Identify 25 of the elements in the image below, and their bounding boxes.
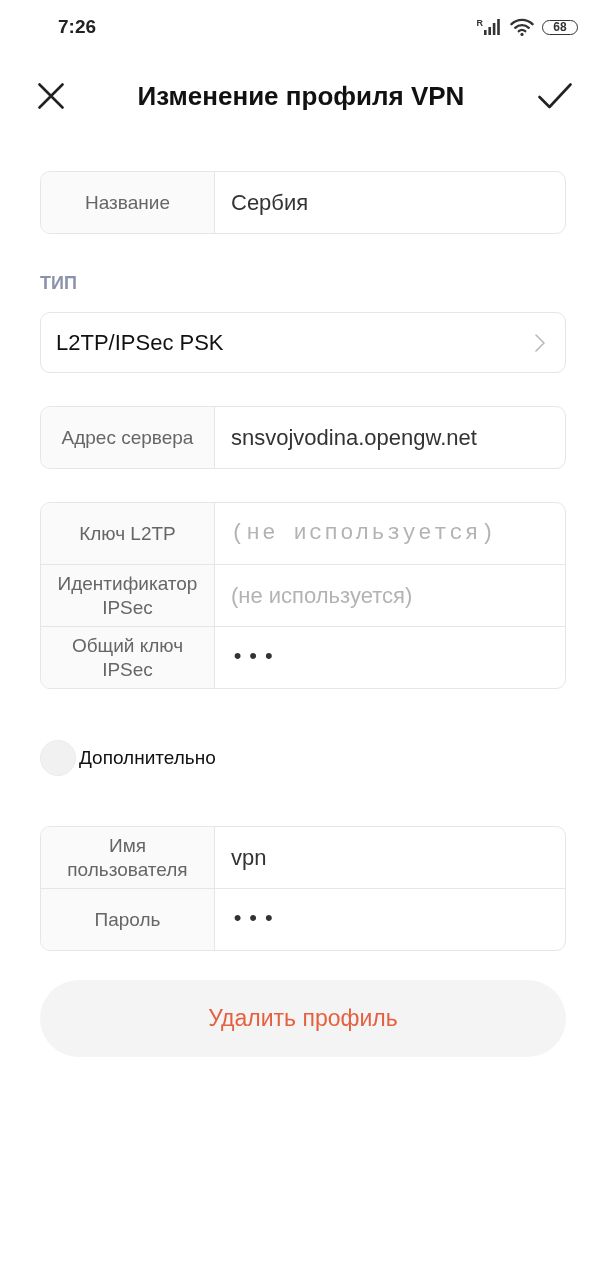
page-title: Изменение профиля VPN — [136, 80, 466, 112]
chevron-icon — [535, 333, 545, 352]
input-field[interactable]: vpn — [215, 827, 565, 888]
checkbox-label[interactable]: Дополнительно — [79, 747, 216, 769]
wifi-icon — [510, 18, 534, 36]
field-label: Название — [41, 172, 215, 233]
field-label: Общий ключ IPSec — [41, 627, 215, 688]
input-field[interactable]: ••• — [215, 889, 565, 950]
status-time: 7:26 — [58, 16, 97, 38]
signal-icon — [484, 19, 500, 35]
type-selector[interactable]: L2TP/IPSec PSK — [40, 312, 566, 373]
close-icon — [38, 83, 64, 109]
checkmark-icon — [538, 83, 572, 109]
input-field[interactable]: ••• — [215, 627, 565, 688]
input-field[interactable]: Сербия — [215, 172, 565, 233]
close-button[interactable] — [36, 81, 66, 111]
field-label: Имя пользователя — [41, 827, 215, 888]
field-label: Пароль — [41, 889, 215, 950]
field-label: Адрес сервера — [41, 407, 215, 468]
save-button[interactable] — [536, 81, 574, 111]
section-heading: ТИП — [40, 272, 78, 294]
field-label: Идентификатор IPSec — [41, 565, 215, 626]
roaming-indicator: R — [476, 19, 483, 28]
field-label: Ключ L2TP — [41, 503, 215, 564]
input-field[interactable]: snsvojvodina.opengw.net — [215, 407, 565, 468]
